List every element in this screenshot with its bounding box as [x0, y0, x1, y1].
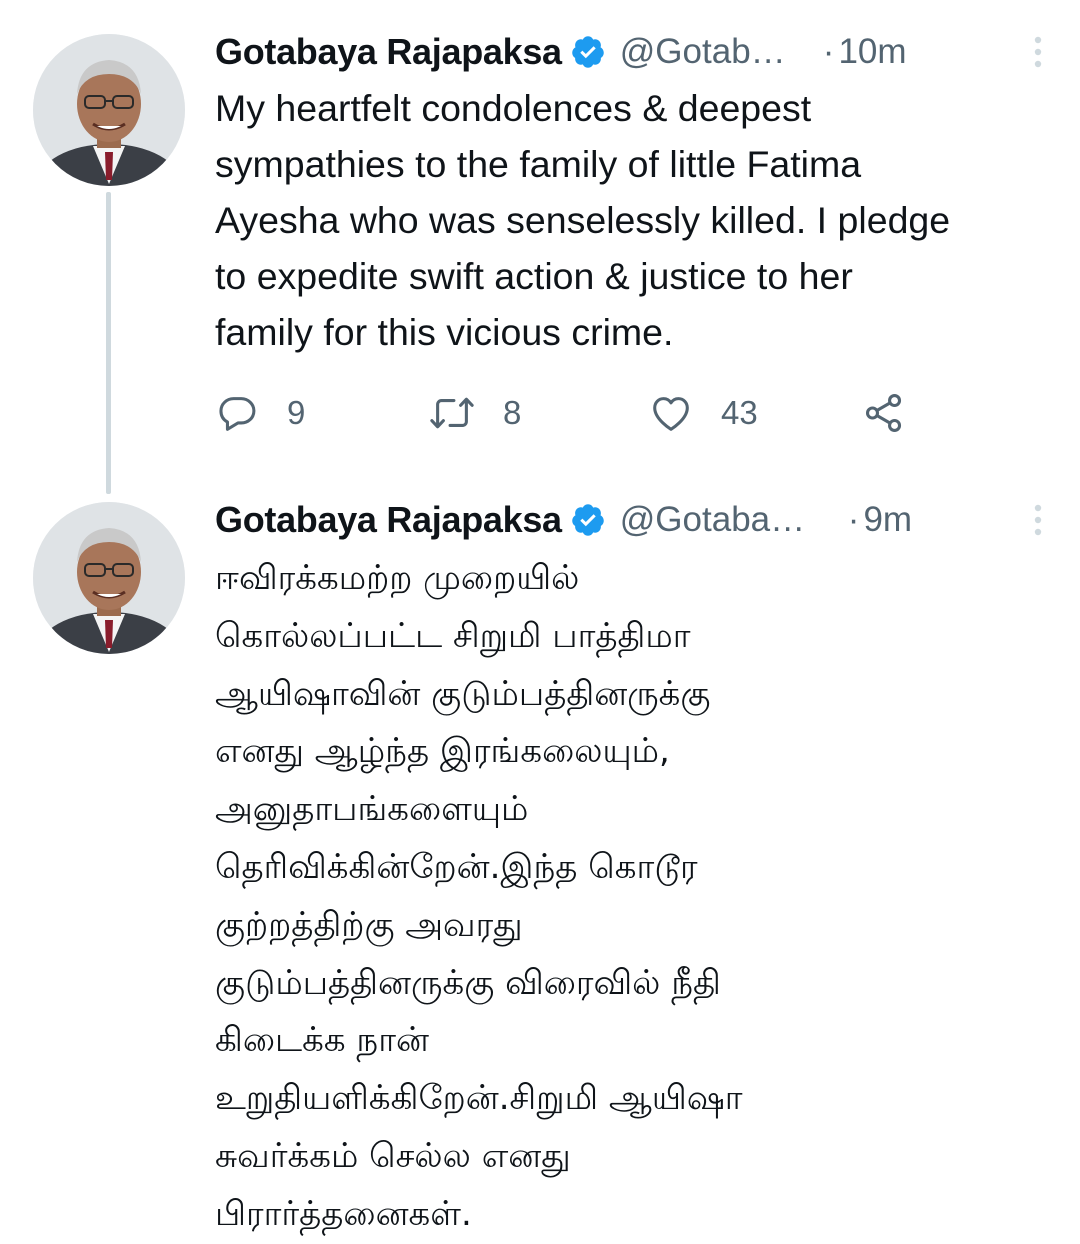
avatar[interactable] [33, 502, 185, 654]
timestamp[interactable]: 9m [863, 500, 912, 540]
more-vertical-icon[interactable] [1026, 502, 1050, 538]
retweet-count: 8 [503, 394, 522, 431]
avatar[interactable] [33, 34, 185, 186]
verified-badge-icon [572, 504, 604, 536]
like-button[interactable]: 43 [647, 388, 758, 438]
reply-icon [219, 397, 256, 431]
avatar-image [33, 34, 185, 186]
author-name[interactable]: Gotabaya Rajapaksa [215, 499, 562, 541]
timestamp[interactable]: 10m [838, 32, 906, 72]
reply-button[interactable]: 9 [215, 388, 305, 438]
reply-count: 9 [287, 394, 306, 431]
separator-dot: · [847, 500, 860, 539]
tweet-header: Gotabaya Rajapaksa @Gotab… · 10m [215, 30, 1050, 74]
author-name[interactable]: Gotabaya Rajapaksa [215, 31, 562, 73]
tweet-text: My heartfelt condolences & deepest sympa… [215, 87, 951, 353]
tweet-actions: 9 8 43 [215, 388, 935, 438]
share-button[interactable] [860, 388, 908, 438]
separator-dot: · [822, 32, 835, 71]
more-vertical-icon[interactable] [1026, 34, 1050, 70]
share-icon [865, 394, 902, 432]
tweet-1[interactable]: Gotabaya Rajapaksa @Gotab… · 10m My hear… [0, 0, 1080, 480]
avatar-image [33, 502, 185, 654]
retweet-button[interactable]: 8 [427, 388, 521, 438]
like-count: 43 [721, 394, 758, 431]
tweet-text: ஈவிரக்கமற்ற முறையில் கொல்லப்பட்ட சிறுமி … [215, 558, 743, 1234]
retweet-icon [430, 397, 474, 429]
tweet-header: Gotabaya Rajapaksa @Gotaba… · 9m [215, 498, 1050, 542]
author-handle[interactable]: @Gotaba… [620, 500, 830, 540]
heart-icon [653, 397, 689, 431]
verified-badge-icon [572, 36, 604, 68]
author-handle[interactable]: @Gotab… [620, 32, 805, 72]
tweet-2[interactable]: Gotabaya Rajapaksa @Gotaba… · 9m ஈவிரக்க… [0, 490, 1080, 1234]
